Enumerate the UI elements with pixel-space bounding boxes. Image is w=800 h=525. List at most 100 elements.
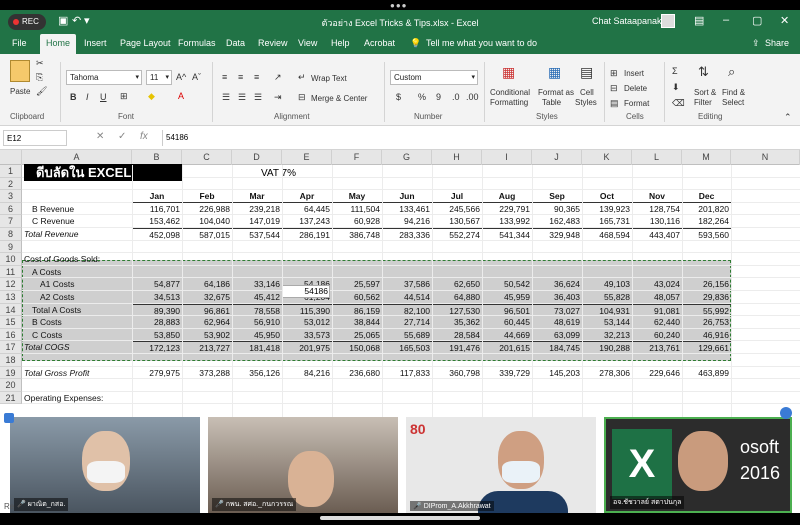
row-header-14[interactable]: 14 [0, 303, 22, 317]
table-cell[interactable]: 45,412 [232, 291, 282, 304]
row-header-2[interactable]: 2 [0, 177, 22, 191]
table-cell[interactable]: 190,288 [582, 341, 632, 354]
table-cell[interactable]: 60,240 [632, 329, 682, 342]
column-header-l[interactable]: L [632, 150, 682, 165]
row-header-13[interactable]: 13 [0, 291, 22, 304]
minimize-icon[interactable]: – [723, 14, 729, 26]
table-cell[interactable]: 64,186 [182, 278, 232, 291]
table-cell[interactable]: 239,218 [232, 203, 282, 216]
table-cell[interactable]: 127,530 [432, 303, 482, 317]
table-cell[interactable]: 26,753 [682, 316, 731, 329]
currency-button[interactable]: $ [396, 92, 401, 102]
month-header[interactable]: Feb [182, 190, 232, 203]
table-cell[interactable]: 147,019 [232, 215, 282, 228]
format-as-table-button-2[interactable]: Table [542, 98, 561, 107]
participant-video-4[interactable]: X osoft 2016 อจ.ชัชวาลย์ สตาปนกุล [604, 417, 792, 513]
table-cell[interactable]: 236,680 [332, 367, 382, 380]
row-header-19[interactable]: 19 [0, 366, 22, 380]
table-cell[interactable]: 82,100 [382, 303, 432, 317]
table-cell[interactable]: 36,403 [532, 291, 582, 304]
fill-icon[interactable]: ⬇ [672, 82, 680, 93]
table-cell[interactable]: 245,566 [432, 203, 482, 216]
tab-acrobat[interactable]: Acrobat [364, 38, 395, 48]
table-cell[interactable]: 162,483 [532, 215, 582, 228]
table-cell[interactable]: 32,213 [582, 329, 632, 342]
align-right-icon[interactable]: ☰ [254, 92, 262, 103]
column-header-e[interactable]: E [282, 150, 332, 165]
table-cell[interactable]: 37,586 [382, 278, 432, 291]
table-cell[interactable]: 128,754 [632, 203, 682, 216]
table-cell[interactable]: 360,798 [432, 367, 482, 380]
table-cell[interactable]: 49,103 [582, 278, 632, 291]
column-header-f[interactable]: F [332, 150, 382, 165]
row-label[interactable]: Total A Costs [32, 304, 81, 317]
row-label[interactable]: A Costs [32, 266, 61, 279]
table-cell[interactable]: 90,365 [532, 203, 582, 216]
table-cell[interactable]: 593,560 [682, 228, 731, 241]
conditional-formatting-icon[interactable]: ▦ [502, 64, 515, 81]
column-header-b[interactable]: B [132, 150, 182, 165]
insert-cells-icon[interactable]: ⊞ [610, 68, 618, 79]
table-cell[interactable]: 137,243 [282, 215, 332, 228]
column-header-j[interactable]: J [532, 150, 582, 165]
table-cell[interactable]: 29,836 [682, 291, 731, 304]
underline-button[interactable]: U [100, 92, 107, 102]
row-label[interactable]: A1 Costs [40, 278, 75, 291]
table-cell[interactable]: 443,407 [632, 228, 682, 241]
font-size-select[interactable]: 11 ▾ [146, 70, 172, 85]
table-cell[interactable]: 28,584 [432, 329, 482, 342]
table-cell[interactable]: 45,959 [482, 291, 532, 304]
table-cell[interactable]: 54,877 [132, 278, 182, 291]
table-cell[interactable]: 96,861 [182, 303, 232, 317]
copy-icon[interactable]: ⎘ [36, 72, 43, 83]
table-cell[interactable]: 64,445 [282, 203, 332, 216]
table-cell[interactable]: 60,562 [332, 291, 382, 304]
sort-filter-button[interactable]: Sort & [694, 88, 716, 97]
table-cell[interactable]: 84,216 [282, 367, 332, 380]
table-cell[interactable]: 62,650 [432, 278, 482, 291]
table-cell[interactable]: 32,675 [182, 291, 232, 304]
formula-input[interactable]: 54186 [162, 130, 796, 146]
table-cell[interactable]: 130,567 [432, 215, 482, 228]
find-select-button-2[interactable]: Select [722, 98, 744, 107]
table-cell[interactable]: 278,306 [582, 367, 632, 380]
select-all-corner[interactable] [0, 150, 22, 165]
delete-cells-icon[interactable]: ⊟ [610, 83, 618, 94]
table-cell[interactable]: 213,761 [632, 341, 682, 354]
row-label[interactable]: C Revenue [32, 215, 75, 228]
row-label[interactable]: A2 Costs [40, 291, 75, 304]
increase-decimal-icon[interactable]: .0 [452, 92, 460, 102]
table-cell[interactable]: 329,948 [532, 228, 582, 241]
table-cell[interactable]: 35,362 [432, 316, 482, 329]
table-cell[interactable]: 96,501 [482, 303, 532, 317]
row-header-7[interactable]: 7 [0, 215, 22, 228]
format-cells-icon[interactable]: ▤ [610, 98, 619, 109]
row-header-8[interactable]: 8 [0, 228, 22, 241]
participant-video-1[interactable]: 🎤 ผาณิต_กสอ. [10, 417, 200, 513]
table-cell[interactable]: 55,828 [582, 291, 632, 304]
tab-page-layout[interactable]: Page Layout [120, 38, 171, 48]
month-header[interactable]: Mar [232, 190, 282, 203]
tab-file[interactable]: File [12, 38, 27, 48]
table-cell[interactable]: 201,615 [482, 341, 532, 354]
month-header[interactable]: Aug [482, 190, 532, 203]
tab-review[interactable]: Review [258, 38, 288, 48]
row-header-12[interactable]: 12 [0, 278, 22, 291]
column-header-d[interactable]: D [232, 150, 282, 165]
table-cell[interactable]: 339,729 [482, 367, 532, 380]
column-header-c[interactable]: C [182, 150, 232, 165]
wrap-text-icon[interactable]: ↵ [298, 72, 306, 83]
table-cell[interactable]: 117,833 [382, 367, 432, 380]
table-cell[interactable]: 55,689 [382, 329, 432, 342]
table-cell[interactable]: 133,992 [482, 215, 532, 228]
row-header-1[interactable]: 1 [0, 165, 22, 178]
conditional-formatting-button-2[interactable]: Formatting [490, 98, 528, 107]
table-cell[interactable]: 50,542 [482, 278, 532, 291]
table-cell[interactable]: 46,916 [682, 329, 731, 342]
month-header[interactable]: Nov [632, 190, 682, 203]
row-label[interactable]: Total Gross Profit [24, 367, 89, 380]
number-format-select[interactable]: Custom ▾ [390, 70, 478, 85]
table-cell[interactable]: 104,040 [182, 215, 232, 228]
table-cell[interactable]: 153,462 [132, 215, 182, 228]
table-cell[interactable]: 38,844 [332, 316, 382, 329]
